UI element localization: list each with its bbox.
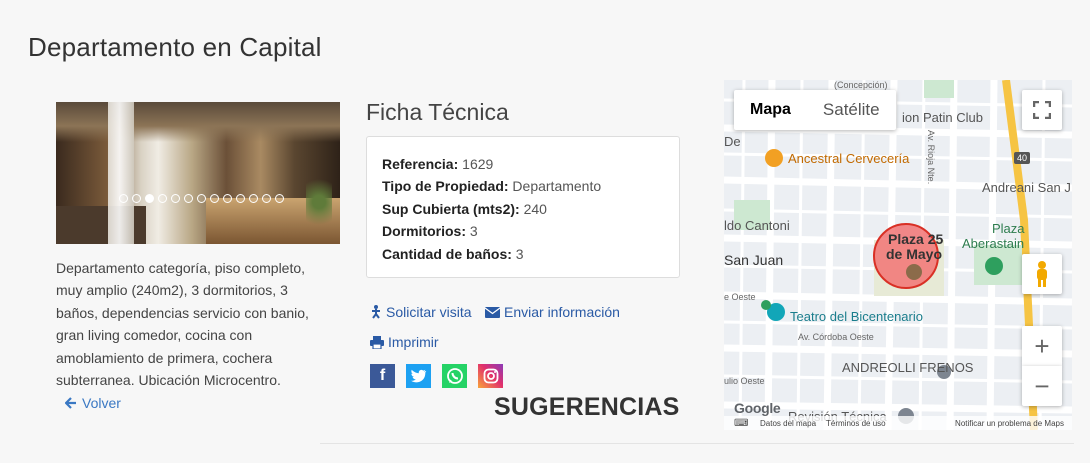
street-view-button[interactable] <box>1022 254 1062 294</box>
map-label-rioja: Av. Rioja Nte. <box>926 130 936 185</box>
arrow-left-icon <box>65 397 76 409</box>
send-info-link[interactable]: Enviar información <box>485 304 620 320</box>
carousel-dot[interactable] <box>131 194 141 203</box>
carousel-dot[interactable] <box>235 194 245 203</box>
zoom-in-button[interactable]: + <box>1022 326 1062 366</box>
instagram-icon[interactable] <box>478 364 503 388</box>
map-type-control: Mapa Satélite <box>734 90 896 130</box>
keyboard-icon[interactable]: ⌨ <box>734 418 748 429</box>
ficha-title: Ficha Técnica <box>366 99 509 125</box>
social-links: f <box>370 364 503 388</box>
map-label-andreoni: Andreani San J <box>982 180 1071 195</box>
carousel-dot[interactable] <box>209 194 219 203</box>
envelope-icon <box>485 306 500 318</box>
pegman-icon <box>1037 261 1047 287</box>
carousel-dot[interactable] <box>222 194 232 203</box>
carousel-dot[interactable] <box>261 194 271 203</box>
map-route-marker: 40 <box>1014 152 1031 164</box>
carousel-dot[interactable] <box>144 194 154 203</box>
ficha-row-referencia: Referencia: 1629 <box>382 156 494 172</box>
ficha-row-banos: Cantidad de baños: 3 <box>382 245 524 262</box>
page-title: Departamento en Capital <box>28 32 322 62</box>
carousel-dot[interactable] <box>274 194 284 203</box>
twitter-icon[interactable] <box>406 364 431 388</box>
map-label-plaza-aberastain-line1: Plaza <box>992 221 1025 236</box>
ficha-row-dormitorios: Dormitorios: 3 <box>382 223 478 240</box>
map-report-link[interactable]: Notificar un problema de Maps <box>955 419 1072 428</box>
ficha-row-tipo: Tipo de Propiedad: Departamento <box>382 178 602 195</box>
photo-curtain <box>108 102 134 244</box>
map-label-patin: ion Patin Club <box>902 110 983 125</box>
photo-carousel[interactable] <box>56 102 340 244</box>
carousel-dot[interactable] <box>118 194 128 203</box>
map-type-satellite-button[interactable]: Satélite <box>807 90 896 130</box>
map-label-plaza-aberastain-line2: Aberastain <box>962 236 1025 251</box>
map-label-plaza-25-line2: de Mayo <box>886 246 943 262</box>
send-info-label: Enviar información <box>504 304 620 320</box>
zoom-out-button[interactable]: − <box>1022 366 1062 406</box>
photo-plant <box>306 172 332 232</box>
map-label-cantoni: ldo Cantoni <box>724 218 790 233</box>
facebook-icon[interactable]: f <box>370 364 395 388</box>
map-label-concepcion: (Concepción) <box>834 80 888 90</box>
photo-ceiling <box>56 102 340 142</box>
divider <box>320 443 1074 444</box>
carousel-dot[interactable] <box>183 194 193 203</box>
person-walking-icon <box>372 305 380 319</box>
map-label-de: De <box>724 134 741 149</box>
fullscreen-button[interactable] <box>1022 90 1062 130</box>
google-logo: Google <box>734 400 781 416</box>
printer-icon <box>370 335 384 349</box>
whatsapp-icon[interactable] <box>442 364 467 388</box>
carousel-dot[interactable] <box>157 194 167 203</box>
map-label-cordoba: Av. Córdoba Oeste <box>798 332 874 342</box>
property-description: Departamento categoría, piso completo, m… <box>56 260 309 389</box>
map-label-ancestral: Ancestral Cervecería <box>788 151 910 166</box>
carousel-dots <box>116 194 286 203</box>
request-visit-label: Solicitar visita <box>386 304 472 320</box>
carousel-dot[interactable] <box>196 194 206 203</box>
map-label-julio: ulio Oeste <box>724 376 765 386</box>
map-label-teatro: Teatro del Bicentenario <box>790 309 923 324</box>
map-label-oeste: e Oeste <box>724 292 756 302</box>
fullscreen-icon <box>1033 101 1051 119</box>
ficha-row-superficie: Sup Cubierta (mts2): 240 <box>382 200 547 217</box>
map-label-plaza-25-line1: Plaza 25 <box>888 231 944 247</box>
back-link[interactable]: Volver <box>65 395 121 411</box>
map-type-map-button[interactable]: Mapa <box>734 90 807 130</box>
carousel-dot[interactable] <box>170 194 180 203</box>
map-terms-link[interactable]: Términos de uso <box>826 419 886 428</box>
print-label: Imprimir <box>388 334 439 350</box>
request-visit-link[interactable]: Solicitar visita <box>370 304 472 320</box>
location-map[interactable]: (Concepción) ion Patin Club De Av. Rioja… <box>724 80 1072 430</box>
ficha-card: Referencia: 1629 Tipo de Propiedad: Depa… <box>366 136 680 278</box>
map-footer: ⌨ Datos del mapa Términos de uso Notific… <box>724 416 1072 430</box>
sugerencias-heading: SUGERENCIAS <box>494 393 680 421</box>
map-label-san-juan: San Juan <box>724 252 784 268</box>
print-link[interactable]: Imprimir <box>370 334 439 350</box>
carousel-dot[interactable] <box>248 194 258 203</box>
back-label: Volver <box>82 395 121 411</box>
map-label-andreolli: ANDREOLLI FRENOS <box>842 360 974 375</box>
map-data-link[interactable]: Datos del mapa <box>760 419 816 428</box>
